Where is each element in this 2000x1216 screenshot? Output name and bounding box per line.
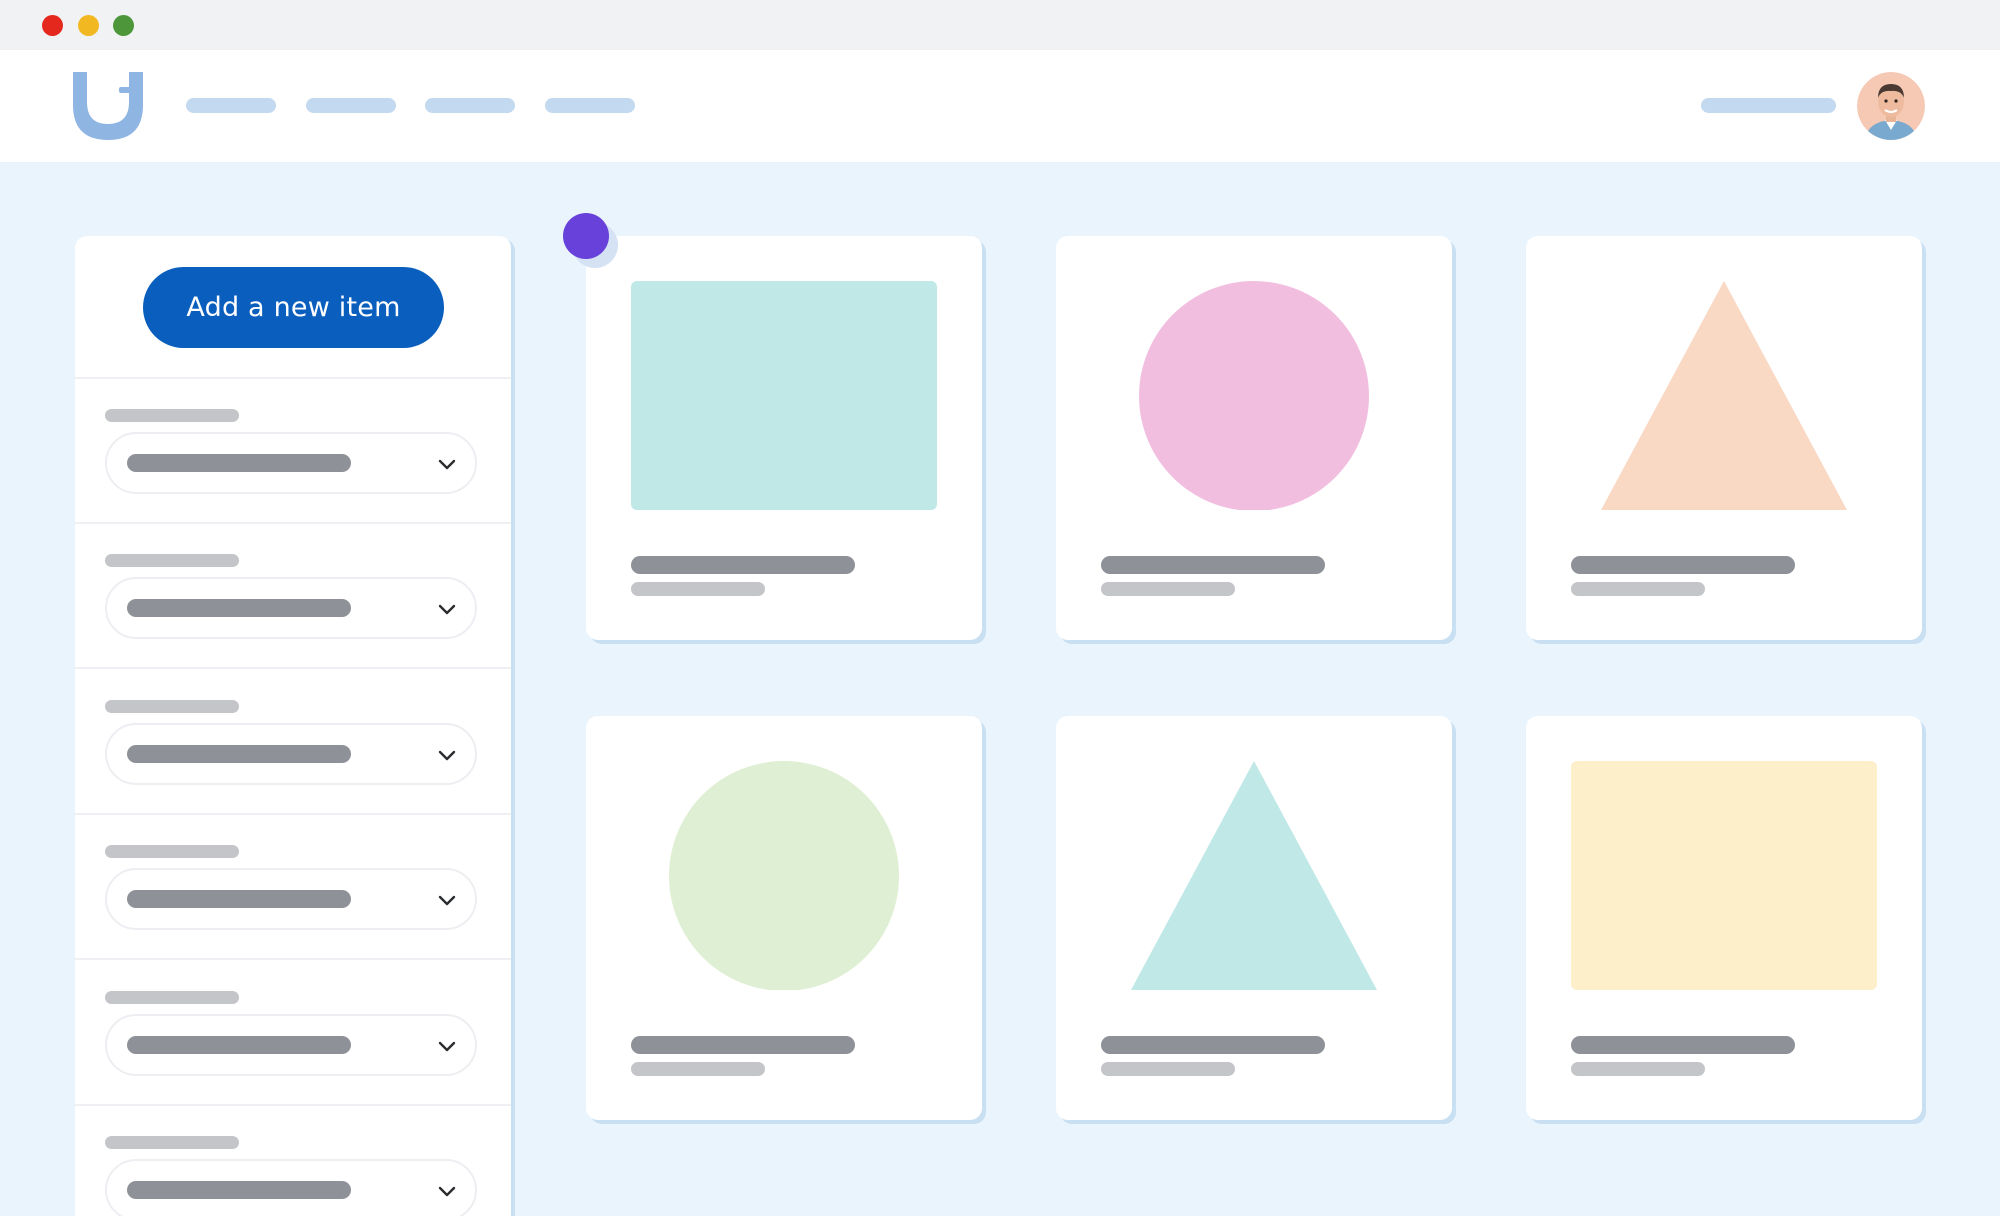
card-subtitle [1101, 1062, 1235, 1076]
pointer-cursor [563, 213, 609, 259]
filter-select-2[interactable] [105, 577, 477, 639]
card-title [1571, 1036, 1795, 1054]
chevron-down-icon [438, 895, 456, 906]
filter-label-6 [105, 1136, 239, 1149]
chevron-down-icon [438, 459, 456, 470]
window-minimize-button[interactable] [78, 15, 99, 36]
nav-item-4[interactable] [545, 98, 635, 113]
account-menu-link[interactable] [1701, 98, 1836, 113]
sidebar-divider [75, 377, 511, 379]
card-title [1571, 556, 1795, 574]
card-subtitle [1571, 1062, 1705, 1076]
item-card-3[interactable] [1526, 236, 1922, 640]
window-zoom-button[interactable] [113, 15, 134, 36]
sidebar-divider [75, 813, 511, 815]
chevron-down-icon [438, 750, 456, 761]
card-title [1101, 1036, 1325, 1054]
card-title [1101, 556, 1325, 574]
triangle-shape [1131, 761, 1377, 990]
app-header [0, 50, 2000, 162]
item-card-5[interactable] [1056, 716, 1452, 1120]
nav-item-1[interactable] [186, 98, 276, 113]
sidebar-divider [75, 1104, 511, 1106]
filter-label-5 [105, 991, 239, 1004]
circle-shape [1139, 281, 1369, 510]
filter-select-value [127, 745, 351, 763]
nav-item-3[interactable] [425, 98, 515, 113]
filter-select-value [127, 454, 351, 472]
chevron-down-icon [438, 604, 456, 615]
filter-select-1[interactable] [105, 432, 477, 494]
sidebar-divider [75, 667, 511, 669]
card-subtitle [631, 1062, 765, 1076]
filter-label-3 [105, 700, 239, 713]
filter-label-1 [105, 409, 239, 422]
item-card-1[interactable] [586, 236, 982, 640]
triangle-shape [1601, 281, 1847, 510]
filter-select-3[interactable] [105, 723, 477, 785]
card-subtitle [1101, 582, 1235, 596]
filter-label-4 [105, 845, 239, 858]
filter-select-5[interactable] [105, 1014, 477, 1076]
item-card-2[interactable] [1056, 236, 1452, 640]
filter-select-value [127, 1181, 351, 1199]
card-subtitle [1571, 582, 1705, 596]
card-title [631, 1036, 855, 1054]
filter-select-value [127, 1036, 351, 1054]
filter-select-value [127, 599, 351, 617]
rectangle-shape [1571, 761, 1877, 990]
rectangle-shape [631, 281, 937, 510]
sidebar-divider [75, 958, 511, 960]
filter-select-4[interactable] [105, 868, 477, 930]
window-titlebar [0, 0, 2000, 50]
chevron-down-icon [438, 1186, 456, 1197]
chevron-down-icon [438, 1041, 456, 1052]
sidebar-divider [75, 522, 511, 524]
window-close-button[interactable] [42, 15, 63, 36]
item-card-4[interactable] [586, 716, 982, 1120]
hand-logo-icon[interactable] [73, 72, 143, 140]
filter-sidebar: Add a new item [75, 236, 511, 1216]
filter-select-6[interactable] [105, 1159, 477, 1216]
filter-label-2 [105, 554, 239, 567]
card-subtitle [631, 582, 765, 596]
circle-shape [669, 761, 899, 990]
nav-item-2[interactable] [306, 98, 396, 113]
card-title [631, 556, 855, 574]
item-card-6[interactable] [1526, 716, 1922, 1120]
add-new-item-button[interactable]: Add a new item [143, 267, 444, 348]
user-avatar[interactable] [1857, 72, 1925, 140]
filter-select-value [127, 890, 351, 908]
